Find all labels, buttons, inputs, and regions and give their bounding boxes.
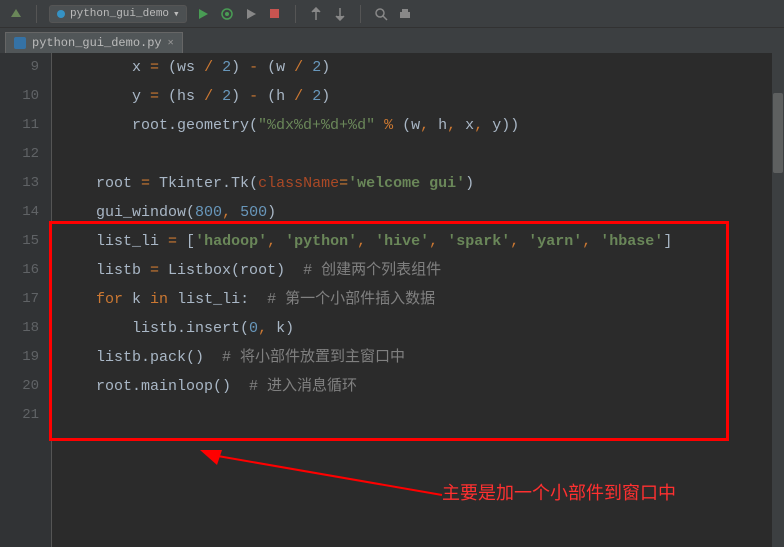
line-number: 15	[0, 227, 39, 256]
line-number: 9	[0, 53, 39, 82]
scrollbar-thumb[interactable]	[773, 93, 783, 173]
annotation-text: 主要是加一个小部件到窗口中	[442, 479, 676, 508]
run-config-dropdown[interactable]: python_gui_demo ▾	[49, 5, 187, 23]
search-icon[interactable]	[373, 6, 389, 22]
code-line[interactable]: x = (ws / 2) - (w / 2)	[60, 53, 784, 82]
divider	[295, 5, 296, 23]
line-number: 21	[0, 401, 39, 430]
line-number: 20	[0, 372, 39, 401]
line-number: 17	[0, 285, 39, 314]
divider	[360, 5, 361, 23]
line-number: 16	[0, 256, 39, 285]
code-line[interactable]	[60, 140, 784, 169]
code-line[interactable]: listb.pack() # 将小部件放置到主窗口中	[60, 343, 784, 372]
code-line[interactable]: listb.insert(0, k)	[60, 314, 784, 343]
code-line[interactable]: listb = Listbox(root) # 创建两个列表组件	[60, 256, 784, 285]
print-icon[interactable]	[397, 6, 413, 22]
code-line[interactable]: y = (hs / 2) - (h / 2)	[60, 82, 784, 111]
code-line[interactable]: root.geometry("%dx%d+%d+%d" % (w, h, x, …	[60, 111, 784, 140]
debug-icon[interactable]	[219, 6, 235, 22]
code-editor[interactable]: x = (ws / 2) - (w / 2) y = (hs / 2) - (h…	[52, 53, 784, 547]
line-number: 10	[0, 82, 39, 111]
editor-area: 9101112131415161718192021 x = (ws / 2) -…	[0, 53, 784, 547]
line-number: 14	[0, 198, 39, 227]
line-number: 11	[0, 111, 39, 140]
run-icon[interactable]	[195, 6, 211, 22]
tab-filename: python_gui_demo.py	[32, 36, 162, 50]
gutter: 9101112131415161718192021	[0, 53, 52, 547]
divider	[36, 5, 37, 23]
vcs-update-icon[interactable]	[332, 6, 348, 22]
line-number: 13	[0, 169, 39, 198]
toolbar: python_gui_demo ▾	[0, 0, 784, 28]
build-icon[interactable]	[8, 6, 24, 22]
code-line[interactable]: root = Tkinter.Tk(className='welcome gui…	[60, 169, 784, 198]
vcs-icon[interactable]	[308, 6, 324, 22]
vertical-scrollbar[interactable]	[772, 53, 784, 547]
line-number: 19	[0, 343, 39, 372]
code-line[interactable]: list_li = ['hadoop', 'python', 'hive', '…	[60, 227, 784, 256]
tab-python-gui-demo[interactable]: python_gui_demo.py ✕	[5, 32, 183, 53]
python-file-icon	[14, 37, 26, 49]
tab-bar: python_gui_demo.py ✕	[0, 28, 784, 53]
code-line[interactable]	[60, 401, 784, 430]
code-line[interactable]: gui_window(800, 500)	[60, 198, 784, 227]
code-line[interactable]: for k in list_li: # 第一个小部件插入数据	[60, 285, 784, 314]
run-config-label: python_gui_demo	[70, 8, 169, 20]
run-coverage-icon[interactable]	[243, 6, 259, 22]
line-number: 18	[0, 314, 39, 343]
code-line[interactable]: root.mainloop() # 进入消息循环	[60, 372, 784, 401]
annotation-arrow	[192, 445, 452, 515]
chevron-down-icon: ▾	[173, 7, 180, 21]
close-icon[interactable]: ✕	[168, 37, 174, 49]
stop-icon[interactable]	[267, 6, 283, 22]
line-number: 12	[0, 140, 39, 169]
